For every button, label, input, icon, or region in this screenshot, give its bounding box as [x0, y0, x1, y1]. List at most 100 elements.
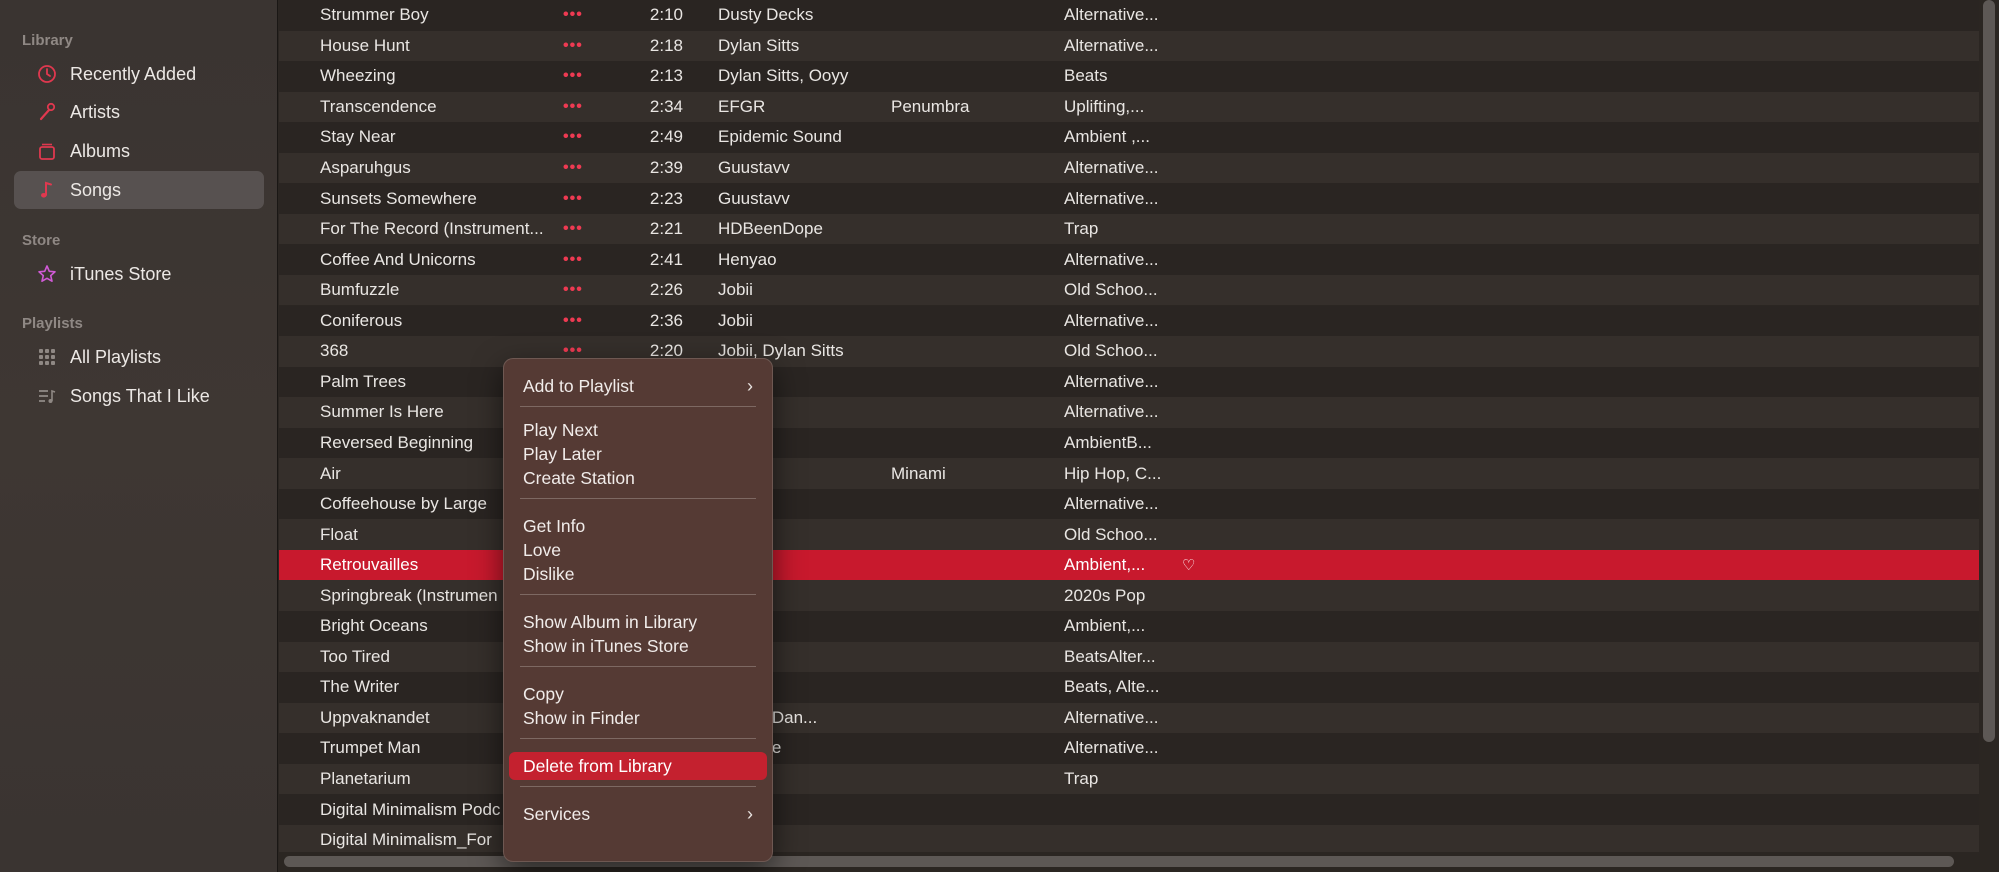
- song-album: [891, 733, 1061, 764]
- chevron-right-icon: ›: [747, 803, 753, 824]
- song-album: [891, 825, 1061, 856]
- song-album: [891, 153, 1061, 184]
- heart-icon[interactable]: ♡: [1182, 550, 1202, 581]
- song-artist: Guustavv: [718, 188, 790, 208]
- song-artist: Dylan Sitts, Ooyy: [718, 66, 849, 86]
- menu-separator: [520, 666, 756, 667]
- menu-separator: [520, 406, 756, 407]
- song-album: [891, 0, 1061, 31]
- song-genre: [1064, 794, 1184, 825]
- more-options-icon[interactable]: •••: [563, 92, 593, 123]
- song-genre: BeatsAlter...: [1064, 646, 1156, 666]
- sidebar-item-songs-that-i-like[interactable]: Songs That I Like: [14, 377, 264, 415]
- song-genre: Old Schoo...: [1064, 280, 1158, 300]
- song-time: 2:36: [649, 310, 683, 330]
- song-name: Asparuhgus: [320, 158, 411, 178]
- song-genre: Trap: [1064, 769, 1099, 789]
- song-name: For The Record (Instrument...: [320, 219, 544, 239]
- song-row[interactable]: Coffee And Unicorns 2:41 Henyao Alternative…: [279, 244, 1979, 275]
- song-album: [891, 61, 1061, 92]
- sidebar-item-label: iTunes Store: [70, 263, 172, 284]
- song-row[interactable]: Bumfuzzle 2:26 Jobii Old Schoo... •••: [279, 274, 1979, 306]
- song-row[interactable]: Transcendence 2:34 EFGR Penumbra Uplifting,.…: [279, 91, 1979, 123]
- song-genre: Ambient,...: [1064, 555, 1146, 575]
- more-options-icon[interactable]: •••: [563, 61, 593, 92]
- menu-item-services[interactable]: Services ›: [509, 800, 767, 828]
- song-genre: Alternative...: [1064, 371, 1159, 391]
- song-time: 2:41: [649, 249, 683, 269]
- song-genre: Beats: [1064, 66, 1108, 86]
- song-time: 2:23: [649, 188, 683, 208]
- vertical-scrollbar[interactable]: [1983, 0, 1995, 742]
- more-options-icon[interactable]: •••: [563, 183, 593, 214]
- menu-item-delete-from-library[interactable]: Delete from Library: [509, 752, 767, 780]
- song-genre: Hip Hop, C...: [1064, 463, 1162, 483]
- sidebar-item-all-playlists[interactable]: All Playlists: [14, 338, 264, 376]
- sidebar-item-recently-added[interactable]: Recently Added: [14, 55, 264, 93]
- more-options-icon[interactable]: •••: [563, 0, 593, 31]
- song-name: Strummer Boy: [320, 5, 429, 25]
- menu-item-add-to-playlist[interactable]: Add to Playlist ›: [509, 372, 767, 400]
- song-genre: Alternative...: [1064, 738, 1159, 758]
- music-note-icon: [36, 179, 58, 201]
- song-row[interactable]: Stay Near 2:49 Epidemic Sound Ambient ,... •…: [279, 122, 1979, 153]
- song-name: Coniferous: [320, 310, 403, 330]
- song-time: 2:39: [649, 158, 683, 178]
- song-row[interactable]: Coniferous 2:36 Jobii Alternative... •••: [279, 305, 1979, 337]
- song-genre: Alternative...: [1064, 158, 1159, 178]
- song-album: [891, 306, 1061, 337]
- song-album: Minami: [891, 463, 946, 483]
- microphone-icon: [36, 101, 58, 123]
- menu-item-label: Show Album in Library: [523, 611, 698, 632]
- more-options-icon[interactable]: •••: [563, 214, 593, 245]
- song-row[interactable]: House Hunt 2:18 Dylan Sitts Alternative... •…: [279, 30, 1979, 62]
- sidebar-item-artists[interactable]: Artists: [14, 93, 264, 131]
- song-row[interactable]: For The Record (Instrument... 2:21 HDBeenD…: [279, 213, 1979, 245]
- sidebar-item-label: Songs That I Like: [70, 385, 210, 406]
- menu-item-label: Get Info: [523, 515, 586, 536]
- menu-item-label: Add to Playlist: [523, 375, 634, 396]
- song-name: Stay Near: [320, 127, 396, 147]
- more-options-icon[interactable]: •••: [563, 153, 593, 184]
- menu-item-label: Copy: [523, 683, 564, 704]
- song-genre: Alternative...: [1064, 707, 1159, 727]
- song-genre: Alternative...: [1064, 249, 1159, 269]
- menu-item-show-in-finder[interactable]: Show in Finder: [509, 704, 767, 732]
- song-time: 2:49: [649, 127, 683, 147]
- song-album: [891, 122, 1061, 153]
- sidebar-item-itunes-store[interactable]: iTunes Store: [14, 255, 264, 293]
- sidebar-item-label: Albums: [70, 140, 131, 161]
- more-options-icon[interactable]: •••: [563, 31, 593, 62]
- song-album: [891, 397, 1061, 428]
- more-options-icon[interactable]: •••: [563, 244, 593, 275]
- song-row[interactable]: Sunsets Somewhere 2:23 Guustavv Alternative…: [279, 183, 1979, 214]
- song-time: 2:13: [649, 66, 683, 86]
- chevron-right-icon: ›: [747, 375, 753, 396]
- more-options-icon[interactable]: •••: [563, 122, 593, 153]
- song-album: [891, 367, 1061, 398]
- menu-separator: [520, 786, 756, 787]
- menu-item-create-station[interactable]: Create Station: [509, 464, 767, 492]
- song-artist: Jobii: [718, 280, 753, 300]
- menu-item-label: Play Next: [523, 419, 598, 440]
- song-genre: Alternative...: [1064, 5, 1159, 25]
- song-row[interactable]: Wheezing 2:13 Dylan Sitts, Ooyy Beats •••: [279, 61, 1979, 92]
- song-genre: Alternative...: [1064, 35, 1159, 55]
- song-genre: Alternative...: [1064, 402, 1159, 422]
- more-options-icon[interactable]: •••: [563, 275, 593, 306]
- playlist-icon: [36, 385, 58, 407]
- menu-item-dislike[interactable]: Dislike: [509, 560, 767, 588]
- song-row[interactable]: Asparuhgus 2:39 Guustavv Alternative... •••: [279, 152, 1979, 184]
- song-album: [891, 31, 1061, 62]
- song-row[interactable]: Strummer Boy 2:10 Dusty Decks Alternative..…: [279, 0, 1979, 31]
- song-genre: Alternative...: [1064, 310, 1159, 330]
- sidebar-item-songs[interactable]: Songs: [14, 171, 264, 209]
- menu-item-label: Show in iTunes Store: [523, 635, 689, 656]
- more-options-icon[interactable]: •••: [563, 306, 593, 337]
- star-icon: [36, 263, 58, 285]
- menu-item-show-in-itunes-store[interactable]: Show in iTunes Store: [509, 632, 767, 660]
- menu-separator: [520, 594, 756, 595]
- song-genre: [1064, 825, 1184, 856]
- sidebar-item-albums[interactable]: Albums: [14, 132, 264, 170]
- song-album: [891, 703, 1061, 734]
